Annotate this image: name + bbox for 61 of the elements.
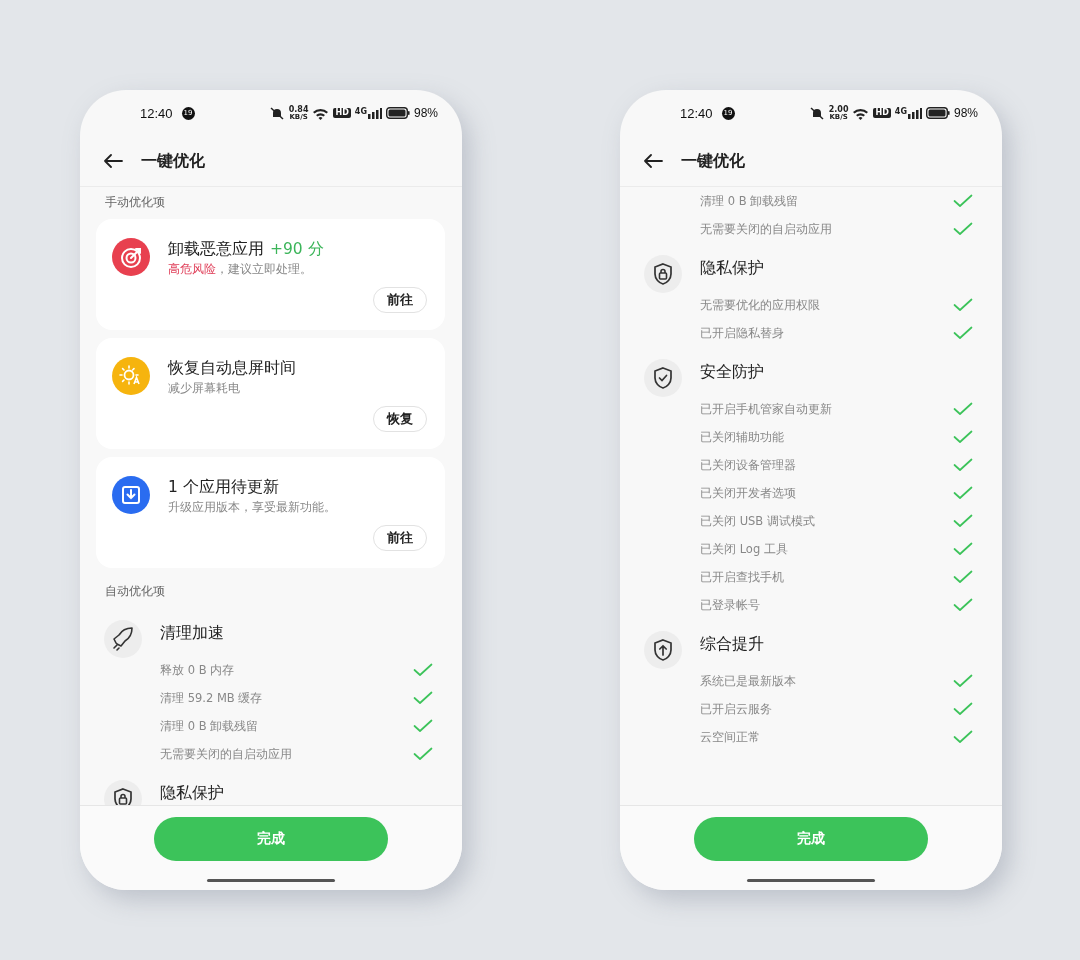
hd-badge: HD	[333, 108, 351, 118]
signal-icon	[367, 107, 382, 119]
task-description: 升级应用版本，享受最新功能。	[168, 499, 337, 516]
network-speed: 0.84	[288, 105, 309, 114]
check-item: 已开启隐私替身	[700, 325, 784, 341]
check-item: 已开启云服务	[700, 701, 772, 717]
check-item: 云空间正常	[700, 729, 760, 745]
task-description: 高危风险，建议立即处理。	[168, 261, 313, 278]
check-item: 系统已是最新版本	[700, 673, 796, 689]
battery-percent: 98%	[953, 106, 978, 120]
check-item: 清理 0 B 卸载残留	[700, 193, 799, 209]
section-label: 自动优化项	[104, 583, 166, 600]
check-item: 已关闭 USB 调试模式	[700, 513, 815, 529]
task-title: 卸载恶意应用	[168, 239, 264, 260]
action-button[interactable]: 前往	[373, 525, 427, 551]
wifi-icon	[852, 106, 870, 120]
back-icon[interactable]	[103, 154, 123, 168]
clock-time: 12:40	[680, 105, 713, 121]
score-gain: +90 分	[270, 239, 324, 260]
check-item: 已开启查找手机	[700, 569, 784, 585]
rocket-icon	[104, 620, 142, 658]
task-title: 恢复自动息屏时间	[168, 358, 296, 379]
task-description: 减少屏幕耗电	[168, 380, 241, 397]
check-item: 释放 0 B 内存	[160, 662, 235, 678]
check-item: 已关闭辅助功能	[700, 429, 784, 445]
network-type: 4G	[894, 107, 907, 116]
page-title: 一键优化	[681, 150, 745, 172]
check-item: 已关闭设备管理器	[700, 457, 796, 473]
task-title: 1 个应用待更新	[168, 477, 279, 498]
signal-icon	[907, 107, 922, 119]
network-type: 4G	[354, 107, 367, 116]
network-speed: 2.00	[828, 105, 849, 114]
lock-shield-icon	[644, 255, 682, 293]
section-label: 手动优化项	[104, 194, 166, 211]
check-item: 已关闭开发者选项	[700, 485, 796, 501]
group-title: 隐私保护	[700, 257, 765, 279]
group-title: 清理加速	[160, 622, 225, 644]
group-title: 综合提升	[700, 633, 765, 655]
wifi-icon	[312, 106, 330, 120]
shield-check-icon	[644, 359, 682, 397]
hd-badge: HD	[873, 108, 891, 118]
action-button[interactable]: 恢复	[373, 406, 427, 432]
clock-time: 12:40	[140, 105, 173, 121]
muted-bell-icon	[268, 106, 285, 120]
check-item: 已登录帐号	[700, 597, 760, 613]
check-item: 已开启手机管家自动更新	[700, 401, 832, 417]
page-title: 一键优化	[141, 150, 205, 172]
muted-bell-icon	[808, 106, 825, 120]
battery-icon	[385, 107, 410, 119]
battery-percent: 98%	[413, 106, 438, 120]
back-icon[interactable]	[643, 154, 663, 168]
check-item: 清理 59.2 MB 缓存	[160, 690, 263, 706]
check-item: 无需要优化的应用权限	[700, 297, 820, 313]
battery-icon	[925, 107, 950, 119]
check-item: 无需要关闭的自启动应用	[700, 221, 832, 237]
check-item: 已关闭 Log 工具	[700, 541, 788, 557]
check-item: 无需要关闭的自启动应用	[160, 746, 292, 762]
group-title: 安全防护	[700, 361, 765, 383]
action-button[interactable]: 前往	[373, 287, 427, 313]
group-title: 隐私保护	[160, 782, 225, 804]
check-item: 清理 0 B 卸载残留	[160, 718, 259, 734]
